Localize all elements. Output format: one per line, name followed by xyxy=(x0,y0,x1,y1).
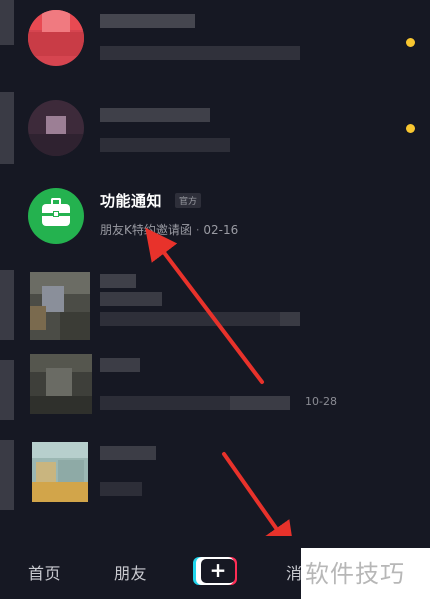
watermark-text: 软件技巧 xyxy=(305,560,405,588)
plus-icon: + xyxy=(209,558,227,582)
tab-friends[interactable]: 朋友 xyxy=(114,560,147,584)
create-button[interactable]: + xyxy=(193,557,237,585)
annotation-arrows xyxy=(145,227,295,555)
message-list-screen: 功能通知 官方 朋友K特约邀请函 · 02-16 10-28 首页 朋友 + 消… xyxy=(0,0,430,599)
tab-home[interactable]: 首页 xyxy=(28,560,61,584)
watermark: 软件技巧 xyxy=(301,548,430,599)
arrow-to-messages-tab xyxy=(222,452,295,555)
arrow-to-notification xyxy=(145,227,264,384)
